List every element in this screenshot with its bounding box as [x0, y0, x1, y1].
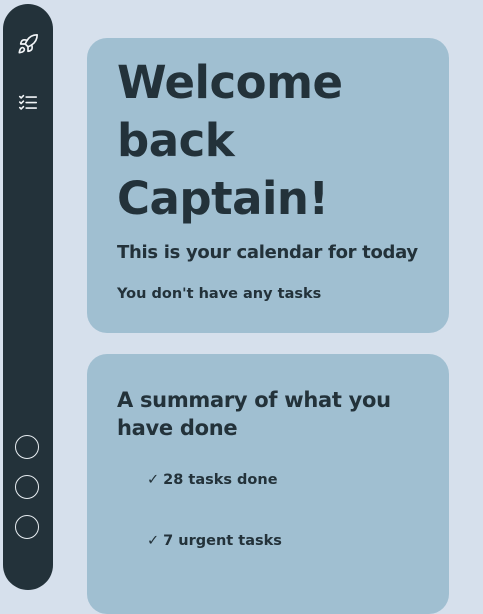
- calendar-subtitle: This is your calendar for today: [117, 242, 418, 263]
- sidebar: [3, 4, 53, 590]
- welcome-card: Welcome back Captain! This is your calen…: [87, 38, 449, 333]
- summary-list: ✓ 28 tasks done ✓ 7 urgent tasks: [147, 472, 282, 594]
- tasklist-icon[interactable]: [17, 92, 39, 114]
- summary-title: A summary of what you have done: [117, 388, 391, 440]
- circle-button-3[interactable]: [15, 515, 39, 539]
- tasks-done-text: 28 tasks done: [163, 472, 278, 488]
- check-icon: ✓: [147, 533, 160, 549]
- urgent-tasks-text: 7 urgent tasks: [163, 533, 282, 549]
- welcome-title: Welcome back Captain!: [117, 56, 343, 225]
- list-item: ✓ 7 urgent tasks: [147, 533, 282, 594]
- circle-button-2[interactable]: [15, 475, 39, 499]
- list-item: ✓ 28 tasks done: [147, 472, 282, 533]
- summary-card: A summary of what you have done ✓ 28 task…: [87, 354, 449, 614]
- no-tasks-message: You don't have any tasks: [117, 286, 322, 302]
- circle-button-1[interactable]: [15, 435, 39, 459]
- rocket-icon[interactable]: [17, 33, 39, 55]
- check-icon: ✓: [147, 472, 160, 488]
